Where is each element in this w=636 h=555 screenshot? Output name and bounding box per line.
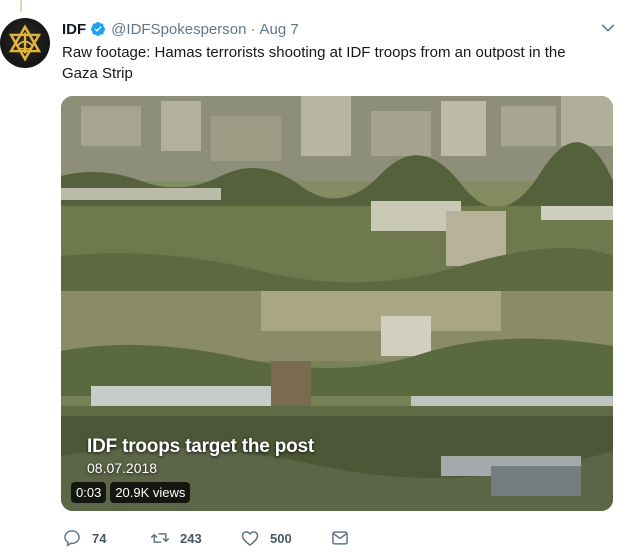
video-badges: 0:03 20.9K views [71, 482, 191, 503]
verified-badge-icon [91, 22, 106, 36]
chevron-down-icon[interactable] [600, 20, 616, 36]
reply-icon [64, 530, 80, 547]
tweet-header: IDF @IDFSpokesperson · Aug 7 [62, 18, 616, 40]
video-overlay-date: 08.07.2018 [87, 460, 158, 476]
direct-message-icon [332, 531, 348, 545]
direct-message-button[interactable] [330, 528, 350, 548]
like-count: 500 [270, 530, 292, 546]
reply-count: 74 [92, 530, 107, 546]
reply-button[interactable]: 74 [62, 528, 150, 548]
retweet-icon [150, 533, 170, 543]
author-name[interactable]: IDF [62, 21, 86, 38]
video-overlay-title: IDF troops target the post [87, 436, 315, 457]
tweet-date[interactable]: Aug 7 [259, 21, 298, 38]
thread-connector-line [20, 0, 22, 12]
heart-icon [241, 531, 259, 546]
avatar[interactable] [0, 18, 50, 68]
retweet-button[interactable]: 243 [150, 528, 240, 548]
retweet-count: 243 [180, 530, 202, 546]
separator-dot: · [250, 20, 256, 38]
video-player[interactable]: IDF troops target the post 08.07.2018 0:… [61, 96, 613, 511]
video-duration: 0:03 [71, 482, 107, 503]
author-handle[interactable]: @IDFSpokesperson [111, 21, 246, 38]
video-views: 20.9K views [110, 482, 191, 503]
idf-emblem-icon [8, 24, 42, 62]
tweet-actions: 74 243 500 [62, 528, 350, 548]
like-button[interactable]: 500 [240, 528, 330, 548]
tweet-text: Raw footage: Hamas terrorists shooting a… [62, 44, 566, 82]
